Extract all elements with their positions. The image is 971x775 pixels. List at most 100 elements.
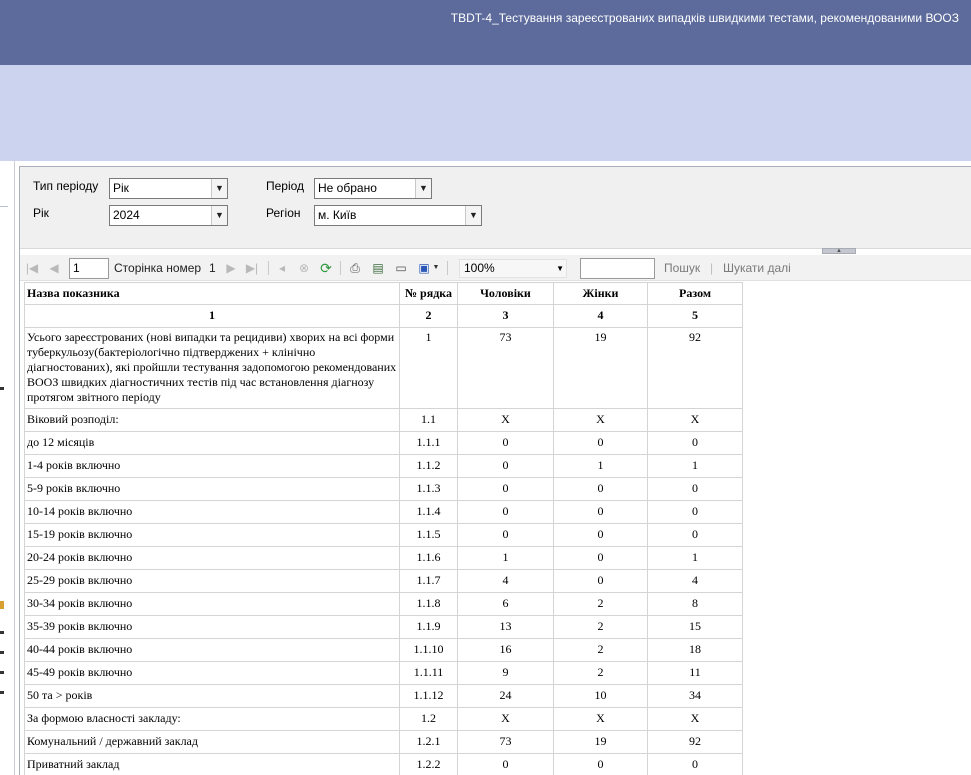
total-cell: 4 <box>647 569 743 593</box>
parameters-panel: Тип періоду Рік ▼ Рік 2024 ▼ Період Не о… <box>20 167 971 249</box>
next-page-icon[interactable]: ▶ <box>223 260 239 276</box>
men-cell: 1 <box>457 546 554 570</box>
table-row: 45-49 років включно 1.1.11 9 2 11 <box>24 661 743 685</box>
men-cell: 73 <box>457 730 554 754</box>
women-cell: 19 <box>553 730 648 754</box>
line-number-cell: 1.1.7 <box>399 569 458 593</box>
men-cell: 0 <box>457 523 554 547</box>
column-header: Разом <box>647 282 743 305</box>
indicator-name-cell: Усього зареєстрованих (нові випадки та р… <box>24 327 400 409</box>
women-cell: X <box>553 707 648 731</box>
sidebar-glyph <box>0 691 4 694</box>
column-number: 2 <box>399 304 458 328</box>
column-header: № рядка <box>399 282 458 305</box>
women-cell: 0 <box>553 477 648 501</box>
export-icon[interactable]: ▣ <box>416 260 432 276</box>
total-cell: 92 <box>647 730 743 754</box>
first-page-icon[interactable]: |◀ <box>24 260 40 276</box>
total-cell: X <box>647 408 743 432</box>
men-cell: 16 <box>457 638 554 662</box>
table-row: 20-24 років включно 1.1.6 1 0 1 <box>24 546 743 570</box>
total-cell: 11 <box>647 661 743 685</box>
chevron-down-icon[interactable]: ▼ <box>211 206 227 225</box>
column-number: 1 <box>24 304 400 328</box>
column-header: Чоловіки <box>457 282 554 305</box>
app-header: TBDT-4_Тестування зареєстрованих випадкі… <box>0 0 971 65</box>
women-cell: 0 <box>553 753 648 775</box>
sidebar-glyph <box>0 631 4 634</box>
report-title: TBDT-4_Тестування зареєстрованих випадкі… <box>450 11 959 25</box>
sidebar-glyph <box>0 601 4 609</box>
period-type-select[interactable]: Рік ▼ <box>109 178 228 199</box>
chevron-down-icon[interactable]: ▼ <box>431 260 441 276</box>
page-number-value: 1 <box>73 261 80 275</box>
women-cell: 1 <box>553 454 648 478</box>
period-type-label: Тип періоду <box>33 179 99 193</box>
toolbar-separator <box>268 261 269 275</box>
line-number-cell: 1 <box>399 327 458 409</box>
line-number-cell: 1.1.4 <box>399 500 458 524</box>
table-row: 40-44 років включно 1.1.10 16 2 18 <box>24 638 743 662</box>
print-icon[interactable]: ⎙ <box>347 260 363 276</box>
table-row: 5-9 років включно 1.1.3 0 0 0 <box>24 477 743 501</box>
indicator-name-cell: За формою власності закладу: <box>24 707 400 731</box>
refresh-icon[interactable]: ⟳ <box>318 260 334 276</box>
search-input[interactable] <box>580 258 655 279</box>
column-number: 4 <box>553 304 648 328</box>
print-layout-icon[interactable]: ▤ <box>370 260 386 276</box>
table-row: до 12 місяців 1.1.1 0 0 0 <box>24 431 743 455</box>
toolbar-link-separator: | <box>710 261 714 275</box>
sidebar-glyph <box>0 387 4 390</box>
collapse-parameters-handle[interactable]: ▲ <box>822 248 856 254</box>
men-cell: 24 <box>457 684 554 708</box>
total-cell: 8 <box>647 592 743 616</box>
men-cell: 6 <box>457 592 554 616</box>
women-cell: 2 <box>553 615 648 639</box>
indicator-name-cell: 35-39 років включно <box>24 615 400 639</box>
back-icon[interactable]: ◂ <box>274 260 290 276</box>
line-number-cell: 1.2.2 <box>399 753 458 775</box>
table-row: 30-34 років включно 1.1.8 6 2 8 <box>24 592 743 616</box>
stop-icon[interactable]: ⊗ <box>296 260 312 276</box>
page-number-input[interactable]: 1 <box>69 258 109 279</box>
chevron-down-icon[interactable]: ▼ <box>465 206 481 225</box>
line-number-cell: 1.1.12 <box>399 684 458 708</box>
table-row: 25-29 років включно 1.1.7 4 0 4 <box>24 569 743 593</box>
region-select[interactable]: м. Київ ▼ <box>314 205 482 226</box>
chevron-down-icon[interactable]: ▼ <box>211 179 227 198</box>
table-row: 10-14 років включно 1.1.4 0 0 0 <box>24 500 743 524</box>
table-row: Приватний заклад 1.2.2 0 0 0 <box>24 753 743 775</box>
report-viewer: Тип періоду Рік ▼ Рік 2024 ▼ Період Не о… <box>19 166 971 775</box>
zoom-value: 100% <box>464 261 495 275</box>
region-value: м. Київ <box>318 208 357 222</box>
chevron-down-icon[interactable]: ▼ <box>415 179 431 198</box>
men-cell: 0 <box>457 500 554 524</box>
line-number-cell: 1.2 <box>399 707 458 731</box>
men-cell: 9 <box>457 661 554 685</box>
previous-page-icon[interactable]: ◀ <box>46 260 62 276</box>
search-link[interactable]: Пошук <box>664 259 700 277</box>
total-cell: 92 <box>647 327 743 409</box>
total-cell: 0 <box>647 477 743 501</box>
chevron-down-icon[interactable]: ▼ <box>556 260 564 277</box>
last-page-icon[interactable]: ▶| <box>244 260 260 276</box>
line-number-cell: 1.1.1 <box>399 431 458 455</box>
total-cell: 18 <box>647 638 743 662</box>
zoom-select[interactable]: 100% ▼ <box>459 259 567 278</box>
indicator-name-cell: 50 та > років <box>24 684 400 708</box>
column-number: 3 <box>457 304 554 328</box>
period-select[interactable]: Не обрано ▼ <box>314 178 432 199</box>
period-value: Не обрано <box>318 181 377 195</box>
indicator-name-cell: 10-14 років включно <box>24 500 400 524</box>
indicator-name-cell: Приватний заклад <box>24 753 400 775</box>
page-setup-icon[interactable]: ▭ <box>393 260 409 276</box>
report-body: Назва показника № рядка Чоловіки Жінки Р… <box>24 282 743 775</box>
find-next-link[interactable]: Шукати далі <box>723 259 791 277</box>
women-cell: 0 <box>553 569 648 593</box>
table-row: 50 та > років 1.1.12 24 10 34 <box>24 684 743 708</box>
indicator-name-cell: 5-9 років включно <box>24 477 400 501</box>
sidebar-glyph <box>0 671 4 674</box>
indicator-name-cell: 45-49 років включно <box>24 661 400 685</box>
total-cell: X <box>647 707 743 731</box>
year-select[interactable]: 2024 ▼ <box>109 205 228 226</box>
